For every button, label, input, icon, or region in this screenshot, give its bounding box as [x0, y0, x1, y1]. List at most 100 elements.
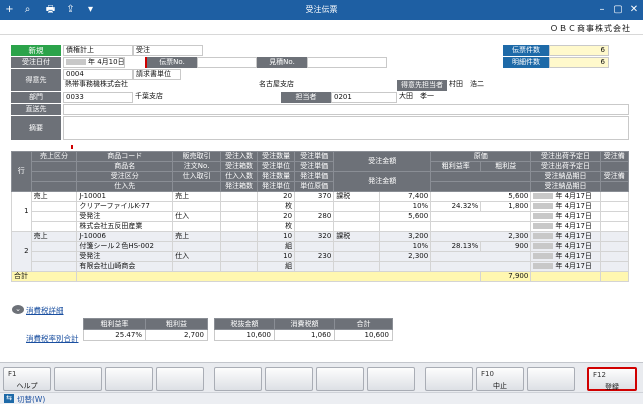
- cell-jkubun[interactable]: 受発注: [76, 211, 174, 222]
- billing-select[interactable]: 請求書単位: [133, 69, 181, 80]
- cell-supplier[interactable]: 有限会社山崎商会: [76, 261, 174, 272]
- cell-qty[interactable]: 20: [257, 191, 296, 202]
- h-shiire: 仕入取引: [172, 171, 222, 182]
- cell-code[interactable]: J-10006: [76, 231, 174, 242]
- table-row: 有限会社山崎商会 組 年 4月17日: [12, 261, 630, 272]
- h-note: 受注備: [599, 151, 630, 162]
- detail-count-label: 明細件数: [503, 57, 549, 68]
- dept-label: 部門: [11, 92, 61, 103]
- memo-field[interactable]: [63, 116, 629, 140]
- staff-label: 担当者: [281, 92, 331, 103]
- cell-qty[interactable]: 10: [257, 231, 296, 242]
- staff-name: 大田 孝一: [397, 92, 487, 103]
- tax-rate-link[interactable]: 消費税率別合計: [26, 333, 79, 344]
- fkey-button[interactable]: [367, 367, 415, 391]
- f1-help-button[interactable]: F1 ヘルプ: [3, 367, 51, 391]
- cell-punit[interactable]: 枚: [257, 221, 296, 232]
- total-row: 合計 7,900: [10, 271, 630, 282]
- cell-torihiki[interactable]: 売上: [172, 191, 222, 202]
- cell-date[interactable]: 年 4月17日: [530, 211, 601, 222]
- estimate-no-label: 見積No.: [257, 57, 307, 68]
- tax-summary: 税抜金額 消費税額 合計 10,600 1,060 10,600: [214, 318, 393, 341]
- f12-register-button[interactable]: F12 登録: [587, 367, 637, 391]
- h-margin-rate-sum: 粗利益率: [83, 318, 146, 330]
- cell-date[interactable]: 年 4月17日: [530, 231, 601, 242]
- cell-code[interactable]: J-10001: [76, 191, 174, 202]
- h-jkubun: 受注区分: [76, 171, 174, 182]
- total-amount: 7,900: [480, 271, 532, 282]
- customer-name: 熱帯事務機株式会社: [63, 80, 253, 91]
- f10-cancel-button[interactable]: F10 中止: [476, 367, 524, 391]
- taxable-sum: 10,600: [214, 329, 275, 341]
- staff-code-field[interactable]: 0201: [331, 92, 397, 103]
- order-date-label: 受注日付: [11, 57, 61, 68]
- cell-shiire[interactable]: 仕入: [172, 211, 222, 222]
- ship-field[interactable]: [63, 104, 629, 115]
- cell-unit[interactable]: 枚: [257, 201, 296, 212]
- customer-code-field[interactable]: 0004: [63, 69, 133, 80]
- cell-price[interactable]: 320: [294, 231, 335, 242]
- cell-date[interactable]: 年 4月17日: [530, 241, 601, 252]
- h-note2: 受注備: [599, 171, 630, 182]
- tax-detail-link[interactable]: 消費税詳細: [26, 305, 64, 316]
- h-tax: 消費税額: [274, 318, 335, 330]
- fkey-button[interactable]: [265, 367, 313, 391]
- slip-no-field[interactable]: [197, 57, 257, 68]
- expand-icon[interactable]: ⌄: [12, 305, 24, 314]
- h-unit: 受注単位: [257, 161, 296, 172]
- dept-code-field[interactable]: 0033: [63, 92, 133, 103]
- cell-kubun[interactable]: 売上: [30, 231, 78, 242]
- cell-name[interactable]: 付箋シール２色HS-002: [76, 241, 174, 252]
- h-order-no: 注文No.: [172, 161, 222, 172]
- h-deliv-date2: 受注納品期日: [530, 181, 601, 192]
- h-code: 商品コード: [76, 151, 174, 162]
- cell-pqty[interactable]: 20: [257, 211, 296, 222]
- fkey-button[interactable]: [156, 367, 204, 391]
- cell-cost: 2,300: [430, 231, 532, 242]
- cell-date[interactable]: 年 4月17日: [530, 261, 601, 272]
- switch-link[interactable]: 切替(W): [17, 394, 45, 405]
- type2-select[interactable]: 受注: [133, 45, 203, 56]
- cell-pprice[interactable]: 280: [294, 211, 335, 222]
- cell-date[interactable]: 年 4月17日: [530, 221, 601, 232]
- cell-name[interactable]: クリアーファイルK-77: [76, 201, 174, 212]
- cell-kubun[interactable]: 売上: [30, 191, 78, 202]
- estimate-no-field[interactable]: [307, 57, 387, 68]
- table-row: 受発注 仕入 10 230 2,300 年 4月17日: [12, 251, 630, 262]
- fkey-button[interactable]: [527, 367, 575, 391]
- h-total: 合計: [334, 318, 393, 330]
- cell-amount: 7,400: [379, 191, 432, 202]
- type-select[interactable]: 債権計上: [63, 45, 133, 56]
- h-pprice: 発注単価: [294, 171, 335, 182]
- fkey-button[interactable]: [214, 367, 262, 391]
- cell-date[interactable]: 年 4月17日: [530, 191, 601, 202]
- cell-unit[interactable]: 組: [257, 241, 296, 252]
- h-irisu: 受注入数: [220, 151, 259, 162]
- cell-date[interactable]: 年 4月17日: [530, 251, 601, 262]
- cell-price[interactable]: 370: [294, 191, 335, 202]
- fkey-button[interactable]: [105, 367, 153, 391]
- cell-jkubun[interactable]: 受発注: [76, 251, 174, 262]
- slip-no-label: 伝票No.: [145, 57, 197, 68]
- cell-rate: 10%: [379, 241, 432, 252]
- cell-supplier[interactable]: 株式会社五反田産業: [76, 221, 174, 232]
- margin-summary: 粗利益率 粗利益 25.47% 2,700: [83, 318, 208, 341]
- fkey-button[interactable]: [425, 367, 473, 391]
- close-icon[interactable]: ✕: [627, 3, 641, 16]
- switch-icon[interactable]: ⇆: [4, 394, 14, 403]
- cell-torihiki[interactable]: 売上: [172, 231, 222, 242]
- cell-date[interactable]: 年 4月17日: [530, 201, 601, 212]
- cell-shiire[interactable]: 仕入: [172, 251, 222, 262]
- margin-rate-sum: 25.47%: [83, 329, 146, 341]
- minimize-icon[interactable]: –: [595, 3, 609, 16]
- fkey-button[interactable]: [54, 367, 102, 391]
- branch-name: 名古屋支店: [257, 80, 387, 91]
- new-badge: 新規: [11, 45, 61, 56]
- fkey-button[interactable]: [316, 367, 364, 391]
- cell-pqty[interactable]: 10: [257, 251, 296, 262]
- order-date-field[interactable]: 年 4月10日: [63, 57, 125, 68]
- cell-pprice[interactable]: 230: [294, 251, 335, 262]
- maximize-icon[interactable]: ▢: [611, 3, 625, 16]
- cell-punit[interactable]: 組: [257, 261, 296, 272]
- cell-margin: 900: [480, 241, 532, 252]
